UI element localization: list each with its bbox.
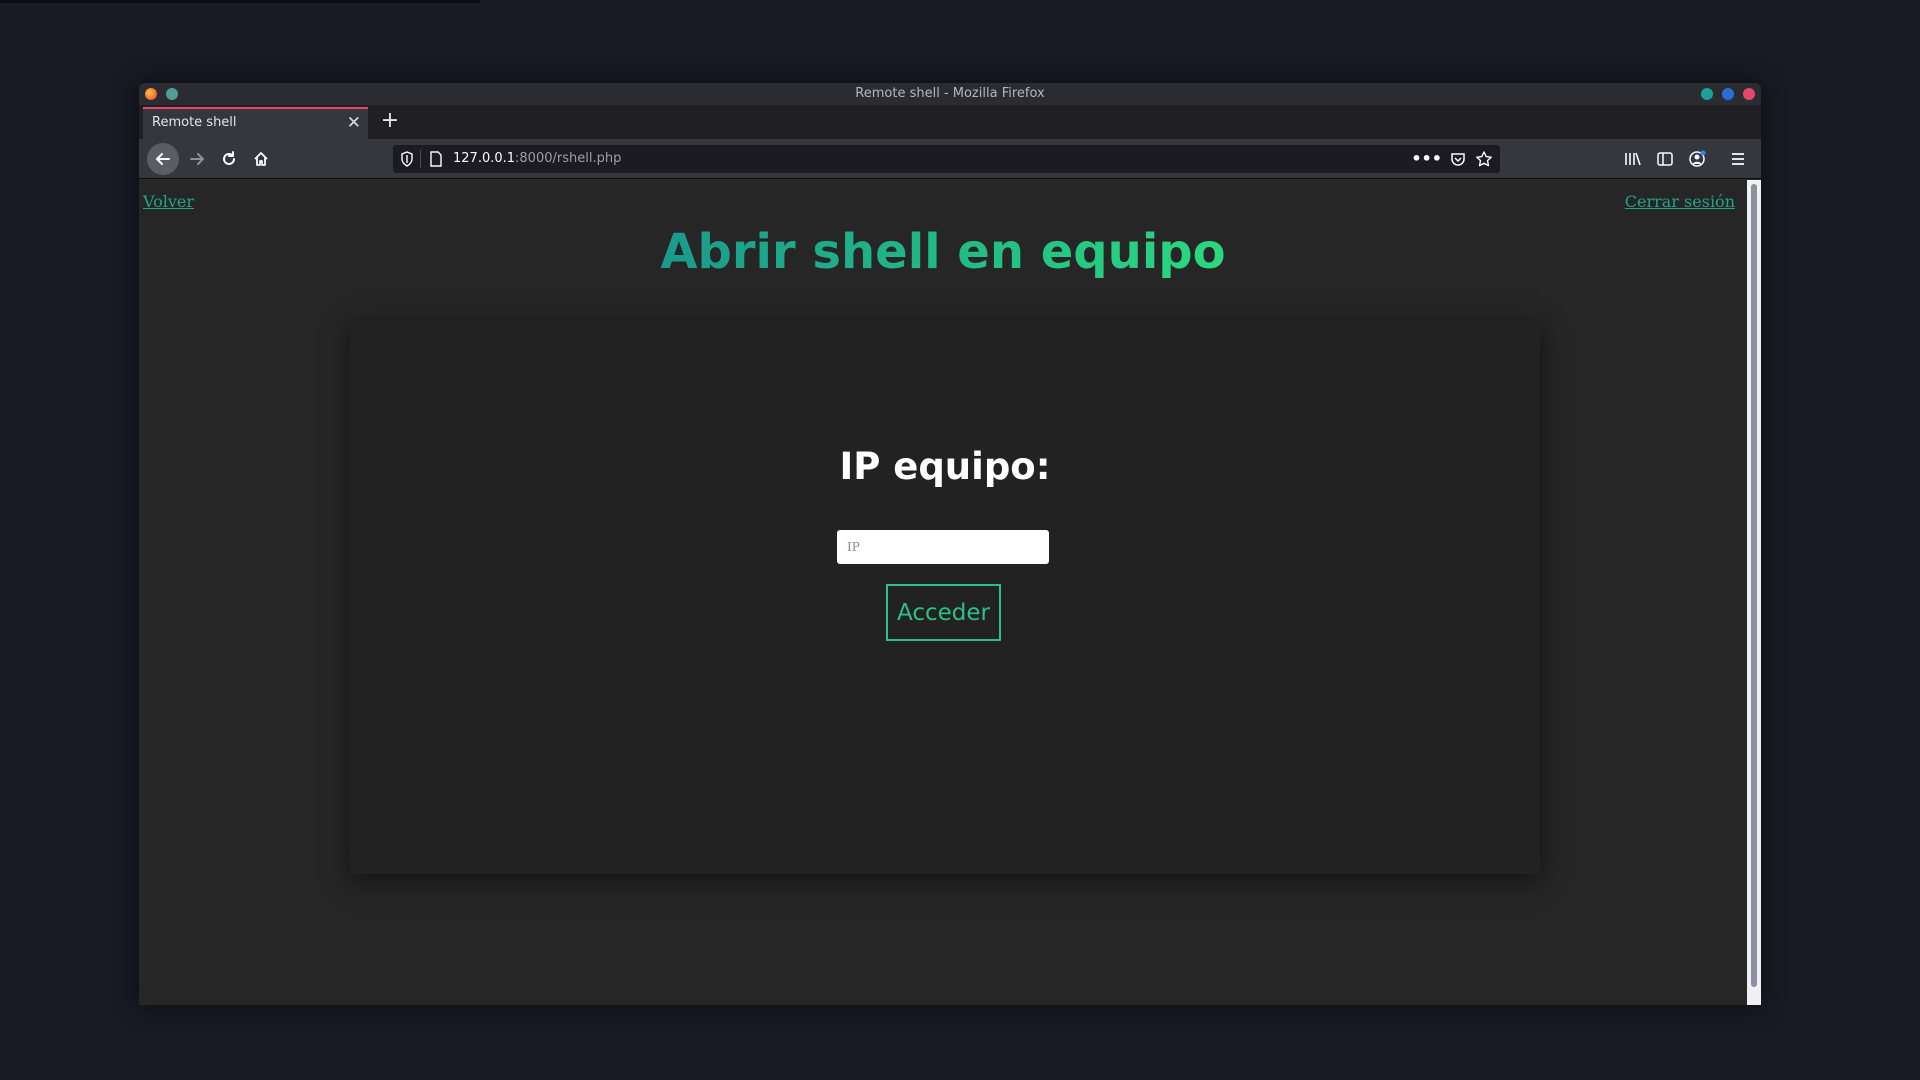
bookmark-star-icon[interactable] [1475, 150, 1493, 172]
page-title: Abrir shell en equipo [660, 224, 1226, 280]
browser-window: Remote shell - Mozilla Firefox Remote sh… [139, 83, 1761, 1005]
access-button[interactable]: Acceder [886, 584, 1001, 641]
url-text[interactable]: 127.0.0.1:8000/rshell.php [453, 145, 621, 173]
url-bar[interactable]: 127.0.0.1:8000/rshell.php ••• [393, 145, 1500, 173]
forward-arrow-icon[interactable] [183, 145, 211, 173]
firefox-logo-icon [145, 88, 157, 100]
new-tab-button[interactable]: + [375, 107, 405, 137]
back-link[interactable]: Volver [143, 192, 194, 211]
close-icon[interactable]: ✕ [347, 109, 361, 137]
top-progress-bar [0, 0, 480, 3]
scrollbar[interactable] [1747, 180, 1761, 1005]
logout-link[interactable]: Cerrar sesión [1625, 192, 1735, 211]
url-path: :8000/rshell.php [515, 151, 622, 166]
tab-bar: Remote shell ✕ + [139, 105, 1761, 139]
menu-icon[interactable] [1724, 145, 1752, 173]
form-card: IP equipo: Acceder [350, 321, 1540, 874]
title-bar: Remote shell - Mozilla Firefox [139, 83, 1761, 105]
url-separator [420, 150, 421, 168]
back-arrow-icon[interactable] [147, 143, 179, 175]
title-bar-left [145, 88, 178, 100]
home-icon[interactable] [247, 145, 275, 173]
ip-heading: IP equipo: [839, 445, 1051, 488]
page-content: Volver Cerrar sesión Abrir shell en equi… [139, 180, 1747, 1005]
shield-icon[interactable] [400, 151, 414, 171]
page-title-wrap: Abrir shell en equipo [139, 224, 1747, 280]
minimize-button[interactable] [1701, 88, 1713, 100]
tab-label: Remote shell [152, 115, 237, 130]
pin-window-icon[interactable] [166, 88, 178, 100]
window-controls [1701, 88, 1755, 100]
pocket-icon[interactable] [1450, 151, 1466, 171]
url-host: 127.0.0.1 [453, 151, 516, 166]
reload-icon[interactable] [215, 145, 243, 173]
scrollbar-thumb[interactable] [1751, 184, 1757, 987]
sidebar-icon[interactable] [1651, 145, 1679, 173]
tab-remote-shell[interactable]: Remote shell ✕ [143, 107, 368, 139]
navigation-bar: 127.0.0.1:8000/rshell.php ••• [139, 139, 1761, 179]
maximize-button[interactable] [1722, 88, 1734, 100]
window-title: Remote shell - Mozilla Firefox [855, 86, 1045, 101]
ip-input[interactable] [837, 530, 1049, 564]
more-icon[interactable]: ••• [1411, 149, 1442, 168]
library-icon[interactable] [1619, 145, 1647, 173]
page-icon [429, 151, 443, 171]
account-icon[interactable] [1683, 145, 1711, 173]
close-window-button[interactable] [1743, 88, 1755, 100]
